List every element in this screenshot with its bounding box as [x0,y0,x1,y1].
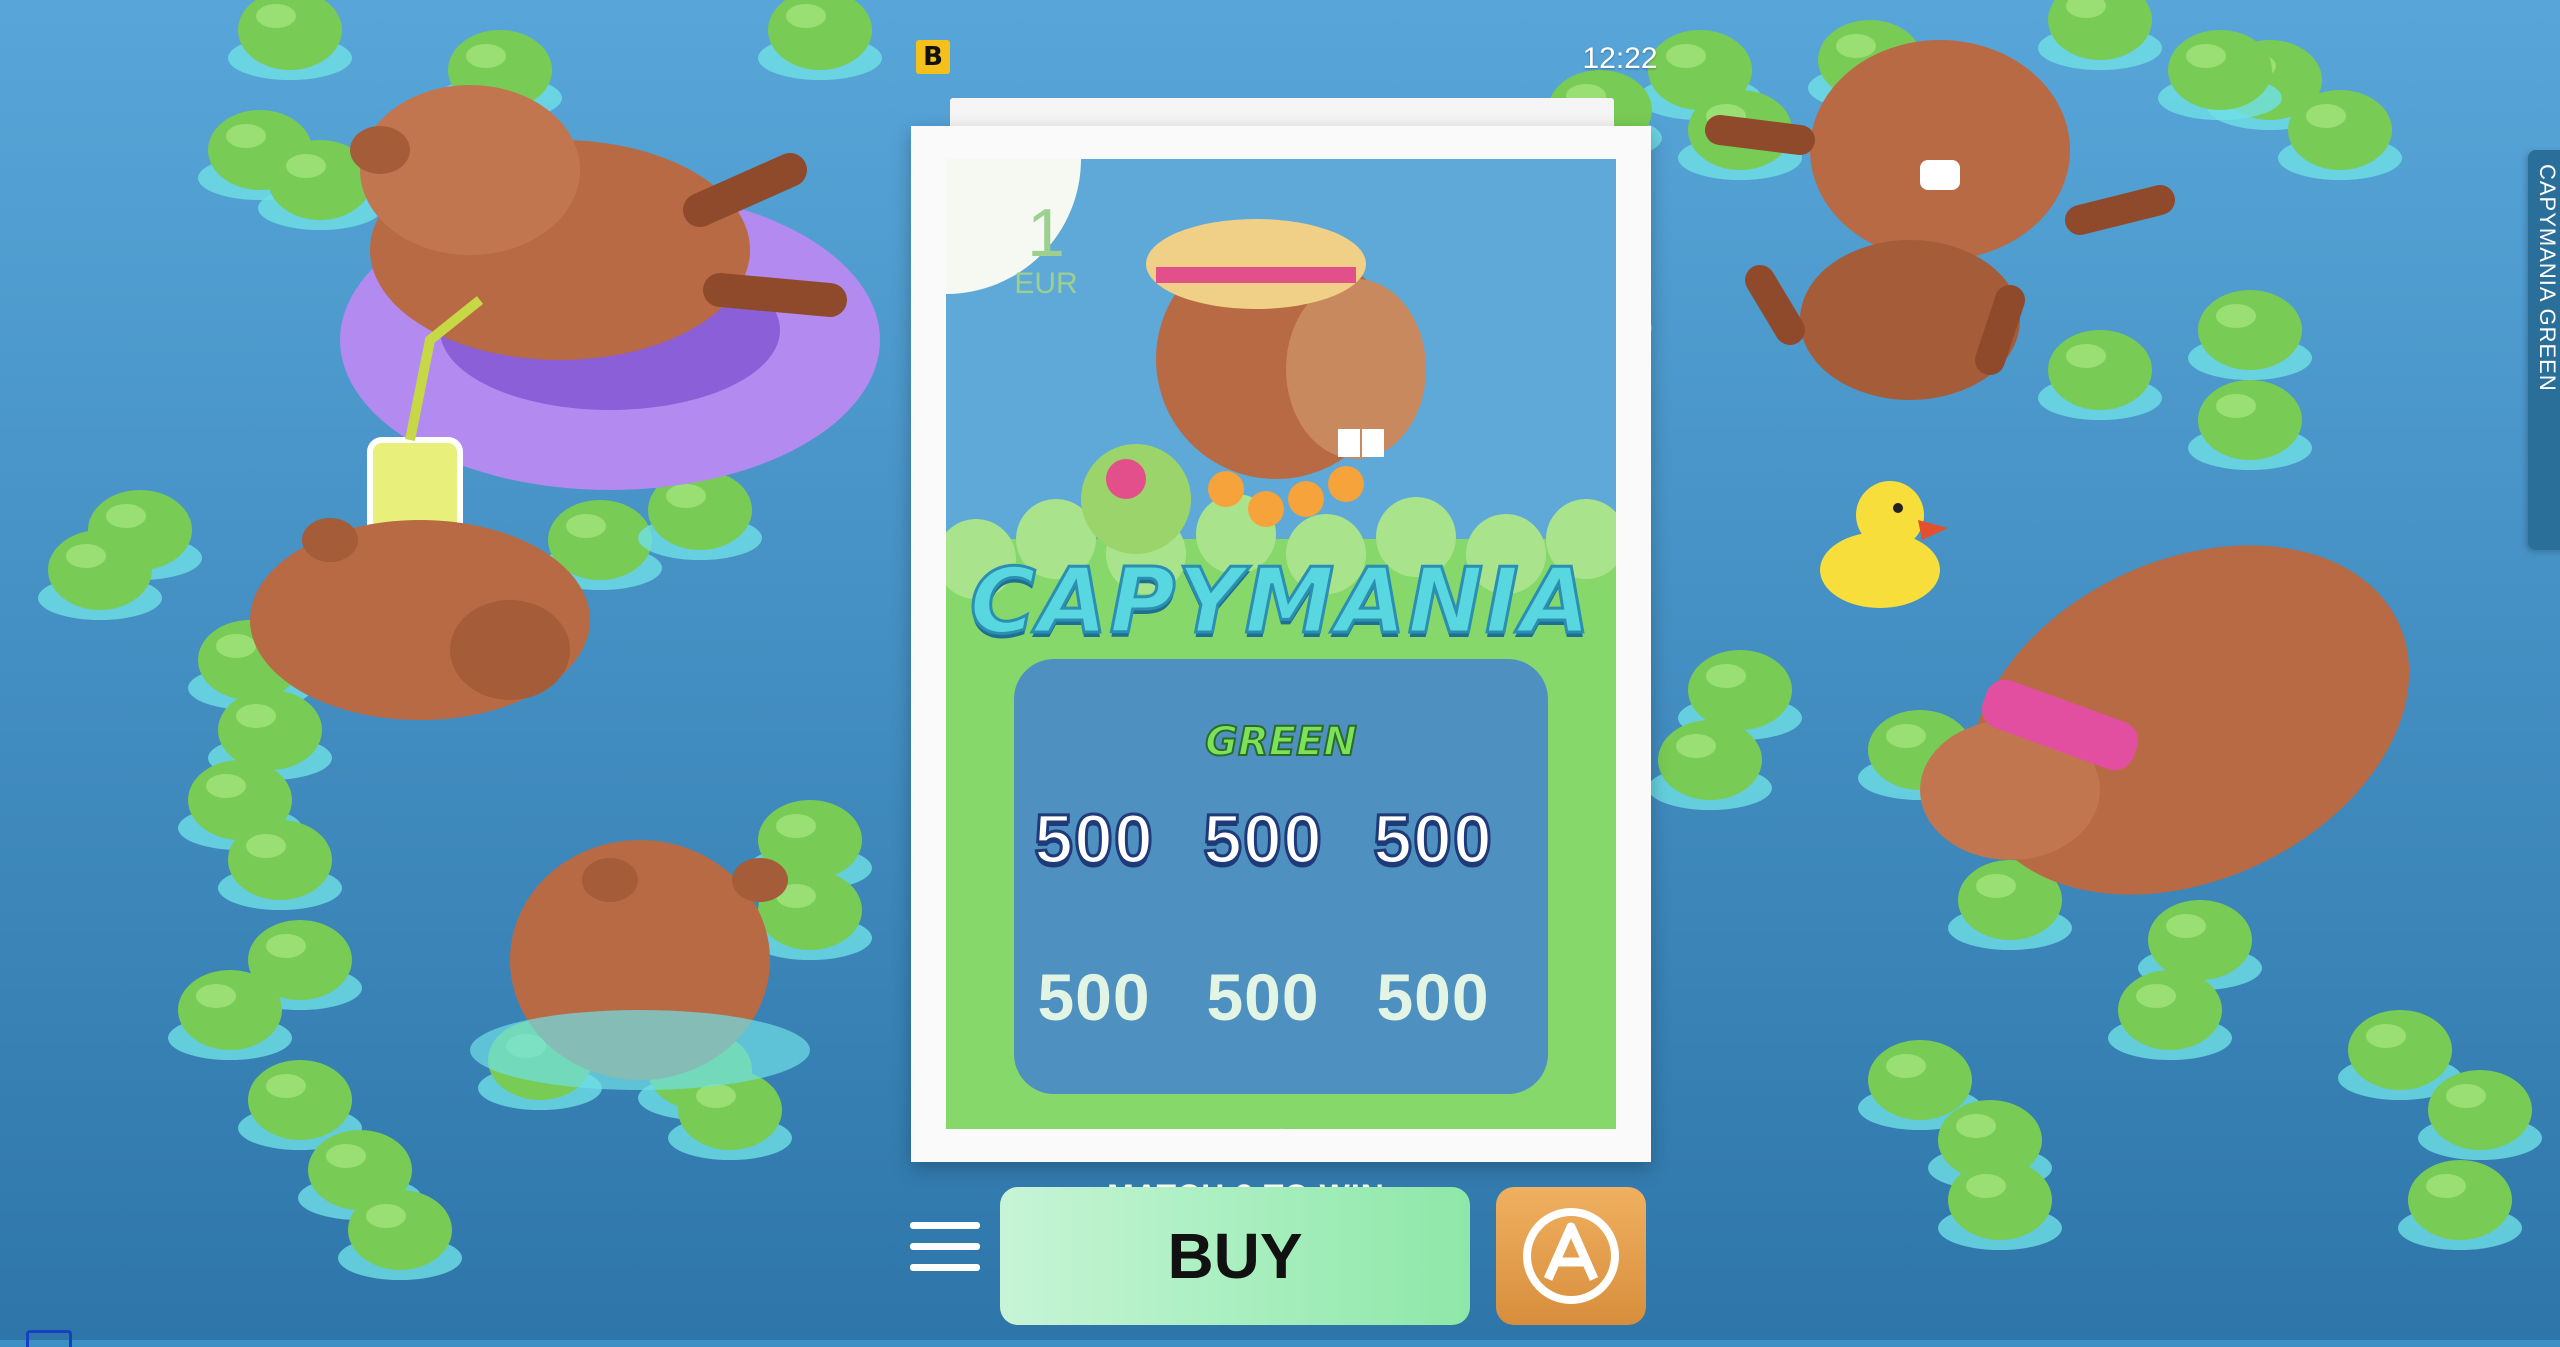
symbol-cell[interactable]: 500 [1009,799,1179,880]
ticket-art: 1 EUR CAPYMANIA GREEN 500 500 500 500 50… [946,159,1616,1129]
symbol-cell[interactable]: 25,000 [1009,1121,1179,1129]
lilypad [2038,0,2162,70]
price-currency: EUR [1014,267,1078,300]
clock: 12:22 [1582,42,1658,75]
autoplay-button[interactable] [1496,1187,1646,1325]
symbol-cell[interactable]: 500 [1178,959,1348,1035]
symbol-cell[interactable]: 500 [1178,799,1348,880]
autoplay-icon [1523,1208,1619,1304]
buy-button[interactable]: BUY [1000,1187,1470,1325]
side-tab[interactable]: CAPYMANIA GREEN [2528,150,2560,550]
symbol-cell[interactable]: 500 [1348,959,1518,1035]
lilypad [758,0,882,80]
lilypad [228,0,352,80]
scratch-ticket[interactable]: 1 EUR CAPYMANIA GREEN 500 500 500 500 50… [911,126,1651,1214]
ticket-price: 1 EUR [986,195,1106,315]
price-amount: 1 [1027,195,1065,271]
game-logo-title: CAPYMANIA [968,548,1593,656]
game-logo-subtitle: GREEN [1204,718,1358,766]
brand-badge: B [916,40,950,74]
symbol-cell[interactable]: 10 [1178,1114,1348,1129]
symbol-cell[interactable]: 500 [1009,959,1179,1035]
menu-icon[interactable] [910,1222,980,1282]
side-tab-label: CAPYMANIA GREEN [2535,164,2560,392]
symbol-cell[interactable]: 2,500 [1348,1121,1518,1129]
symbol-cell[interactable]: 500 [1348,799,1518,880]
corner-indicator [26,1330,72,1347]
